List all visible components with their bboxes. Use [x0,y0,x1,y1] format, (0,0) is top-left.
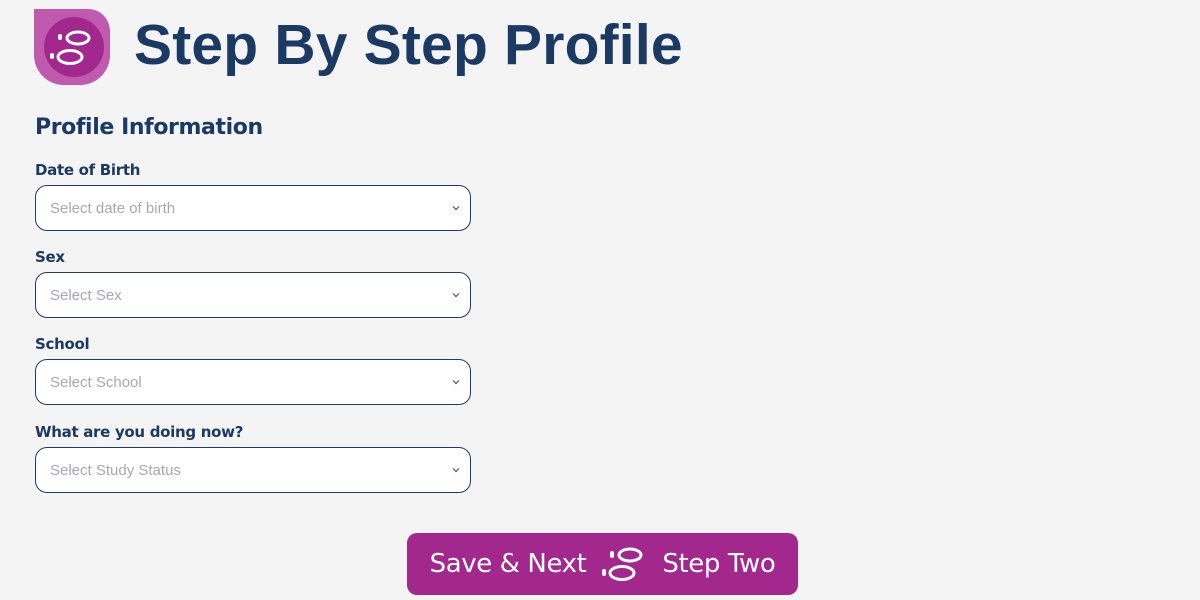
study-status-placeholder: Select Study Status [50,461,181,479]
chevron-down-icon [452,378,460,386]
school-placeholder: Select School [50,373,142,391]
date-of-birth-field: Date of Birth Select date of birth [35,161,471,231]
date-of-birth-placeholder: Select date of birth [50,199,176,217]
save-next-label: Save & Next [429,549,587,579]
study-status-select[interactable]: Select Study Status [35,447,471,493]
school-field: School Select School [35,335,471,405]
chevron-down-icon [452,466,460,474]
step-two-label: Step Two [662,549,776,579]
date-of-birth-select[interactable]: Select date of birth [35,185,471,231]
footsteps-logo-icon [34,9,110,85]
sex-label: Sex [35,248,65,266]
footsteps-icon [600,544,650,584]
save-next-button[interactable]: Save & Next Step Two [407,533,798,595]
study-status-field: What are you doing now? Select Study Sta… [35,423,471,493]
section-title: Profile Information [35,115,263,140]
app-header: Step By Step Profile [34,9,683,85]
school-label: School [35,335,90,353]
profile-form: Profile Information Date of Birth Select… [35,115,471,493]
sex-field: Sex Select Sex [35,248,471,318]
chevron-down-icon [452,291,460,299]
chevron-down-icon [452,204,460,212]
school-select[interactable]: Select School [35,359,471,405]
sex-placeholder: Select Sex [50,286,122,304]
sex-select[interactable]: Select Sex [35,272,471,318]
app-title: Step By Step Profile [134,13,683,77]
study-status-label: What are you doing now? [35,423,244,441]
date-of-birth-label: Date of Birth [35,161,141,179]
